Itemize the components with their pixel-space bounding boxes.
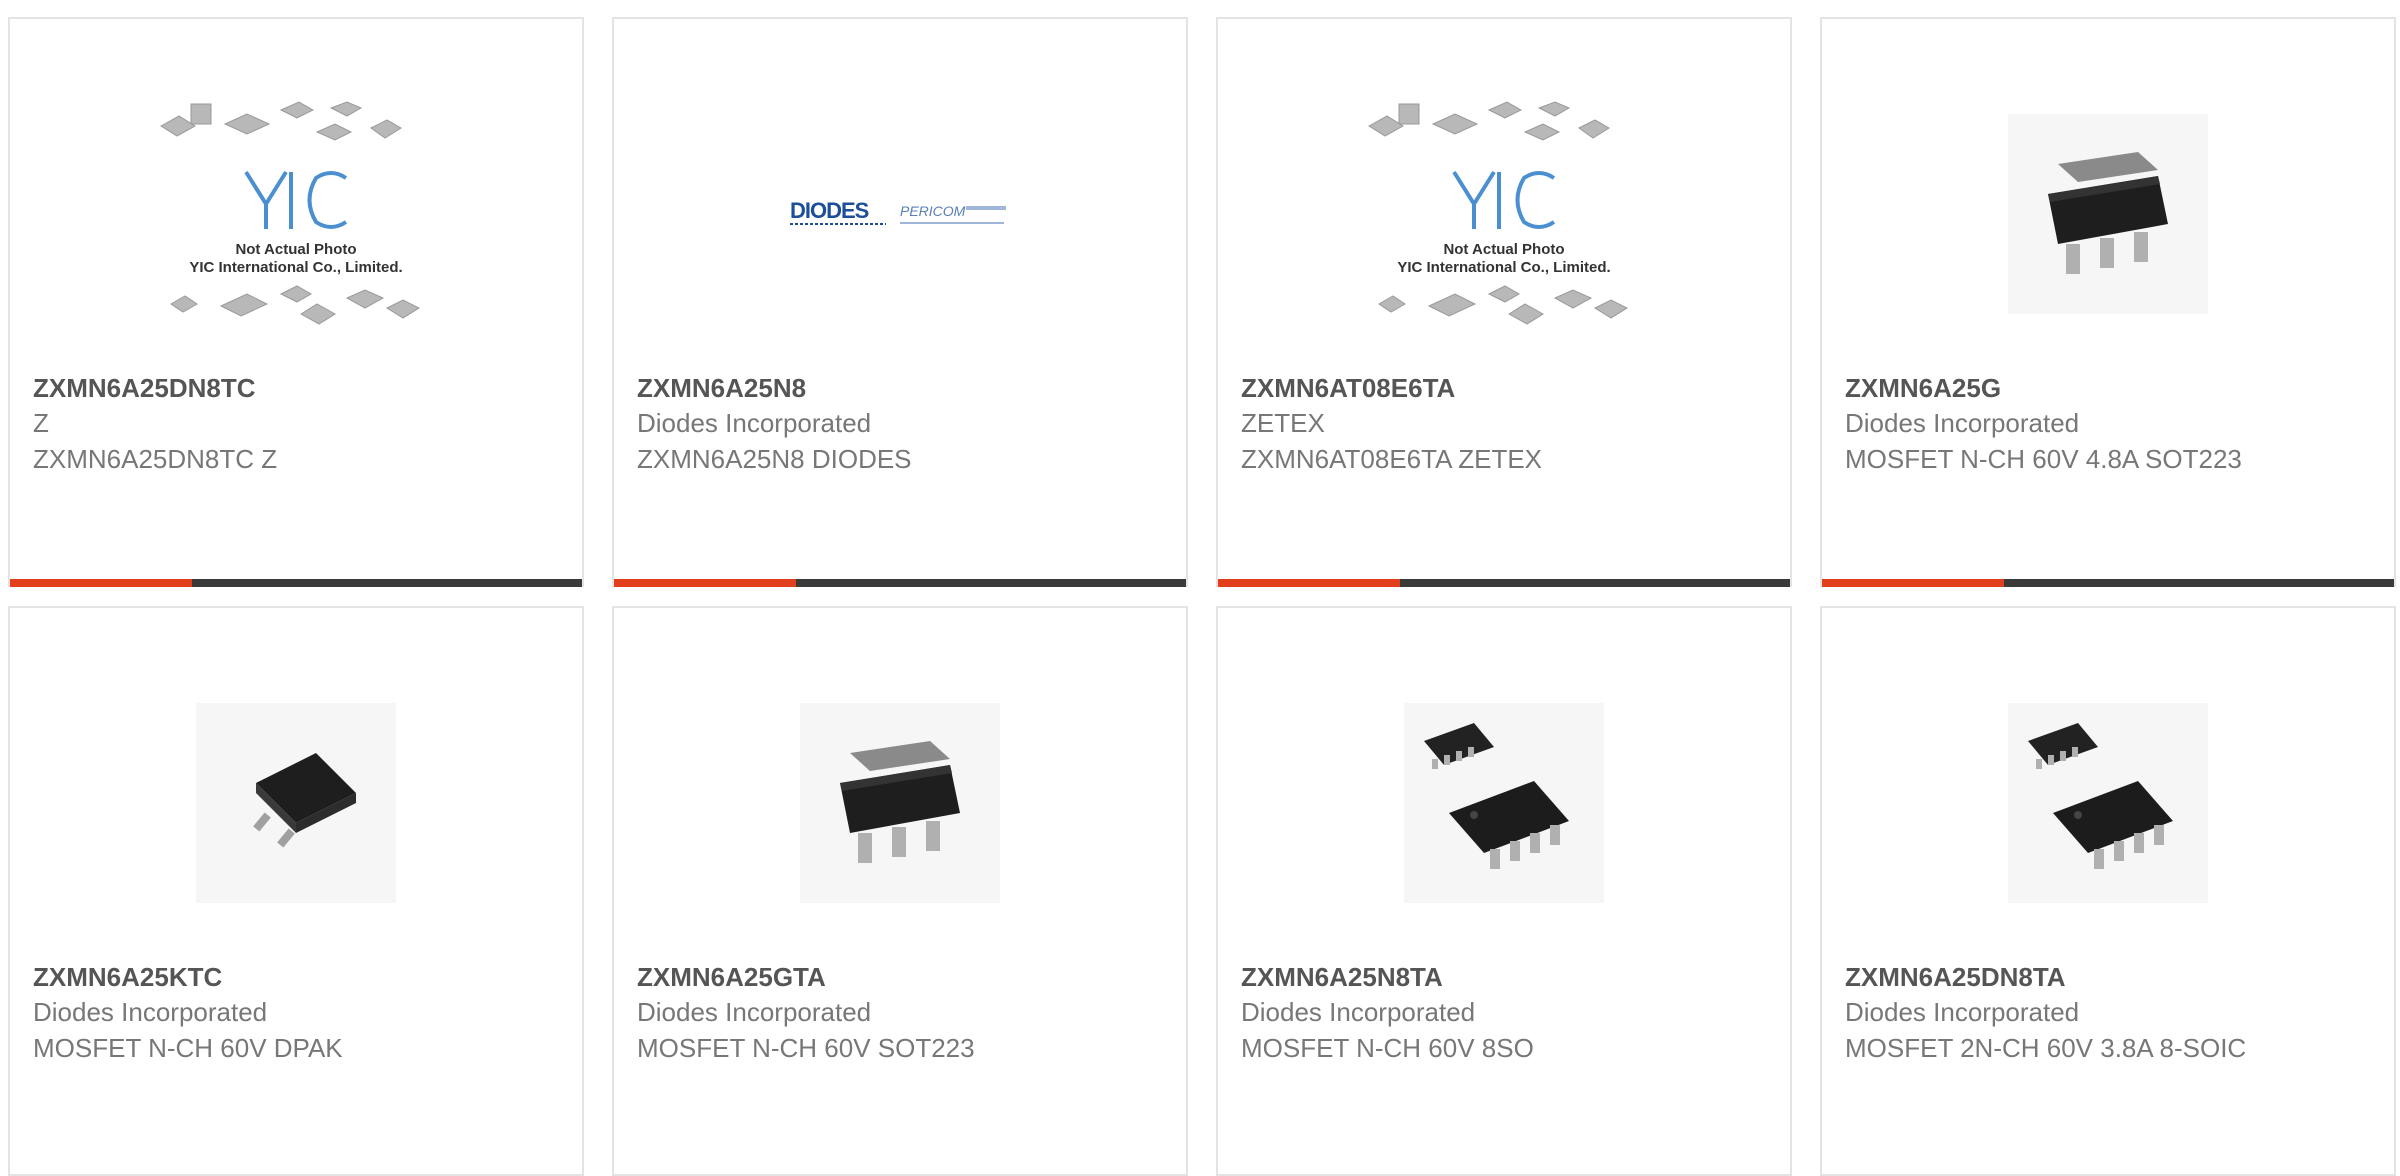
product-card[interactable]: ZXMN6A25KTC Diodes Incorporated MOSFET N… [8,606,584,1176]
product-info: ZXMN6A25N8 Diodes Incorporated ZXMN6A25N… [637,371,1057,477]
sot223-package-image [2008,114,2208,314]
product-image-sot223[interactable] [1822,69,2394,359]
manufacturer: Diodes Incorporated [1845,408,2080,438]
dpak-package-image [196,703,396,903]
card-accent-bar [1218,579,1400,587]
card-accent-bar [10,579,192,587]
product-info: ZXMN6A25KTC Diodes Incorporated MOSFET N… [33,960,453,1066]
soic8-package-image [2008,703,2208,903]
part-number[interactable]: ZXMN6AT08E6TA [1241,371,1661,405]
product-image-diodes-logo[interactable]: DIODES PERICOM [614,69,1186,359]
soic8-package-image [1404,703,1604,903]
product-image-soic8[interactable] [1822,658,2394,948]
diodes-pericom-logo: DIODES PERICOM [790,198,1006,225]
card-bottom-bar [1822,579,2394,587]
yic-caption-1: Not Actual Photo [235,241,356,258]
description: MOSFET 2N-CH 60V 3.8A 8-SOIC [1845,1033,2247,1063]
yic-placeholder-image: Not Actual Photo YIC International Co., … [1368,101,1629,325]
manufacturer: Diodes Incorporated [1241,997,1476,1027]
description: ZXMN6A25N8 DIODES [637,444,912,474]
product-info: ZXMN6A25N8TA Diodes Incorporated MOSFET … [1241,960,1661,1066]
part-number[interactable]: ZXMN6A25DN8TA [1845,960,2265,994]
part-number[interactable]: ZXMN6A25N8 [637,371,1057,405]
product-card[interactable]: Not Actual Photo YIC International Co., … [8,17,584,587]
product-info: ZXMN6A25DN8TC Z ZXMN6A25DN8TC Z [33,371,453,477]
product-grid: Not Actual Photo YIC International Co., … [0,0,2400,1176]
manufacturer: ZETEX [1241,408,1325,438]
description: ZXMN6AT08E6TA ZETEX [1241,444,1543,474]
part-number[interactable]: ZXMN6A25KTC [33,960,453,994]
manufacturer: Diodes Incorporated [637,408,872,438]
product-card[interactable]: Not Actual Photo YIC International Co., … [1216,17,1792,587]
part-number[interactable]: ZXMN6A25DN8TC [33,371,453,405]
card-accent-bar [1822,579,2004,587]
product-image-dpak[interactable] [10,658,582,948]
part-number[interactable]: ZXMN6A25N8TA [1241,960,1661,994]
description: MOSFET N-CH 60V 4.8A SOT223 [1845,444,2242,474]
product-image-yic-placeholder[interactable]: Not Actual Photo YIC International Co., … [10,69,582,359]
product-info: ZXMN6A25GTA Diodes Incorporated MOSFET N… [637,960,1057,1066]
yic-placeholder-image: Not Actual Photo YIC International Co., … [160,101,421,325]
description: ZXMN6A25DN8TC Z [33,444,278,474]
description: MOSFET N-CH 60V 8SO [1241,1033,1534,1063]
manufacturer: Diodes Incorporated [1845,997,2080,1027]
card-bottom-bar [10,579,582,587]
product-card[interactable]: ZXMN6A25N8TA Diodes Incorporated MOSFET … [1216,606,1792,1176]
product-image-sot223[interactable] [614,658,1186,948]
product-card[interactable]: ZXMN6A25G Diodes Incorporated MOSFET N-C… [1820,17,2396,587]
manufacturer: Diodes Incorporated [637,997,872,1027]
manufacturer: Z [33,408,49,438]
yic-caption-2: YIC International Co., Limited. [1397,259,1610,276]
part-number[interactable]: ZXMN6A25G [1845,371,2265,405]
card-bottom-bar [1218,579,1790,587]
product-info: ZXMN6A25G Diodes Incorporated MOSFET N-C… [1845,371,2265,477]
pericom-logo-text: PERICOM [900,203,966,219]
manufacturer: Diodes Incorporated [33,997,268,1027]
yic-caption-2: YIC International Co., Limited. [189,259,402,276]
yic-caption-1: Not Actual Photo [1443,241,1564,258]
product-info: ZXMN6A25DN8TA Diodes Incorporated MOSFET… [1845,960,2265,1066]
card-bottom-bar [614,579,1186,587]
product-card[interactable]: DIODES PERICOM ZXMN6A25N8 Diodes Incorpo… [612,17,1188,587]
product-image-yic-placeholder[interactable]: Not Actual Photo YIC International Co., … [1218,69,1790,359]
product-image-soic8[interactable] [1218,658,1790,948]
sot223-package-image [800,703,1000,903]
product-info: ZXMN6AT08E6TA ZETEX ZXMN6AT08E6TA ZETEX [1241,371,1661,477]
diodes-logo-text: DIODES [790,198,869,223]
product-card[interactable]: ZXMN6A25DN8TA Diodes Incorporated MOSFET… [1820,606,2396,1176]
description: MOSFET N-CH 60V SOT223 [637,1033,975,1063]
part-number[interactable]: ZXMN6A25GTA [637,960,1057,994]
card-accent-bar [614,579,796,587]
description: MOSFET N-CH 60V DPAK [33,1033,343,1063]
product-card[interactable]: ZXMN6A25GTA Diodes Incorporated MOSFET N… [612,606,1188,1176]
